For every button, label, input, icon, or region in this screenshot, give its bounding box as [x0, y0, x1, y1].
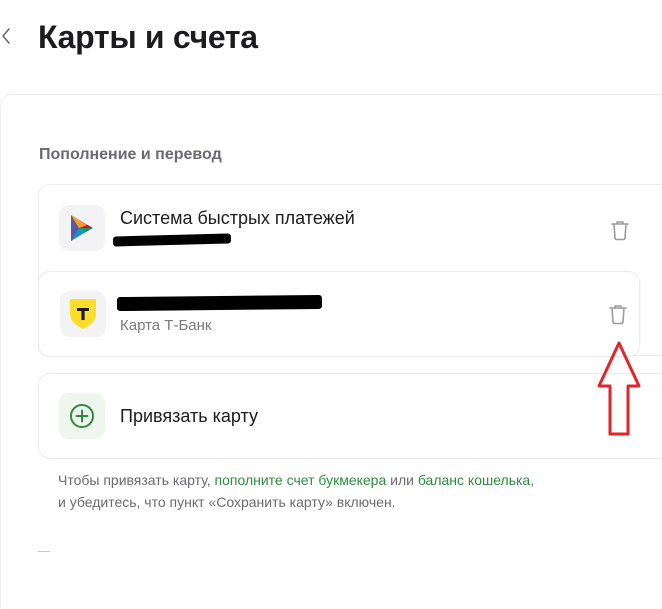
method-subtitle: Карта Т-Банк [120, 317, 212, 334]
section-title: Пополнение и перевод [39, 146, 222, 163]
plus-circle-icon [70, 404, 94, 428]
hint-text: Чтобы привязать карту, [58, 472, 215, 488]
sbp-logo [59, 205, 105, 251]
add-card-icon-box [59, 393, 105, 439]
add-card-label: Привязать карту [120, 406, 258, 426]
hint-text: или [386, 472, 418, 488]
sbp-logo-mark [71, 215, 93, 241]
payment-method-tbank[interactable]: Карта Т-Банк [38, 271, 640, 357]
trash-icon [611, 221, 629, 241]
page: Карты и счета Пополнение и перевод Систе… [0, 0, 662, 609]
divider [38, 551, 50, 552]
tbank-logo-mark [70, 299, 96, 329]
add-card-hint: Чтобы привязать карту, пополните счет бу… [58, 469, 658, 513]
page-title: Карты и счета [38, 19, 258, 55]
hint-text: , [530, 472, 535, 488]
wallet-balance-link[interactable]: баланс кошелька [418, 472, 530, 488]
method-name: Система быстрых платежей [120, 208, 355, 228]
back-button[interactable] [0, 24, 14, 48]
top-up-bookmaker-link[interactable]: пополните счет букмекера [215, 472, 387, 488]
redacted-number [112, 233, 232, 247]
redacted-card-name [116, 294, 323, 312]
tbank-logo [60, 291, 106, 337]
trash-icon [609, 305, 627, 325]
delete-button[interactable] [607, 302, 629, 326]
add-card-button[interactable]: Привязать карту [38, 373, 662, 459]
annotation-arrow-icon [597, 341, 641, 436]
chevron-left-icon [2, 28, 10, 44]
delete-button[interactable] [609, 218, 631, 242]
hint-text: и убедитесь, что пункт «Сохранить карту»… [58, 494, 396, 510]
payment-methods-list: Система быстрых платежей Карта Т-Банк [38, 184, 662, 357]
payment-method-sbp[interactable]: Система быстрых платежей [39, 185, 662, 270]
